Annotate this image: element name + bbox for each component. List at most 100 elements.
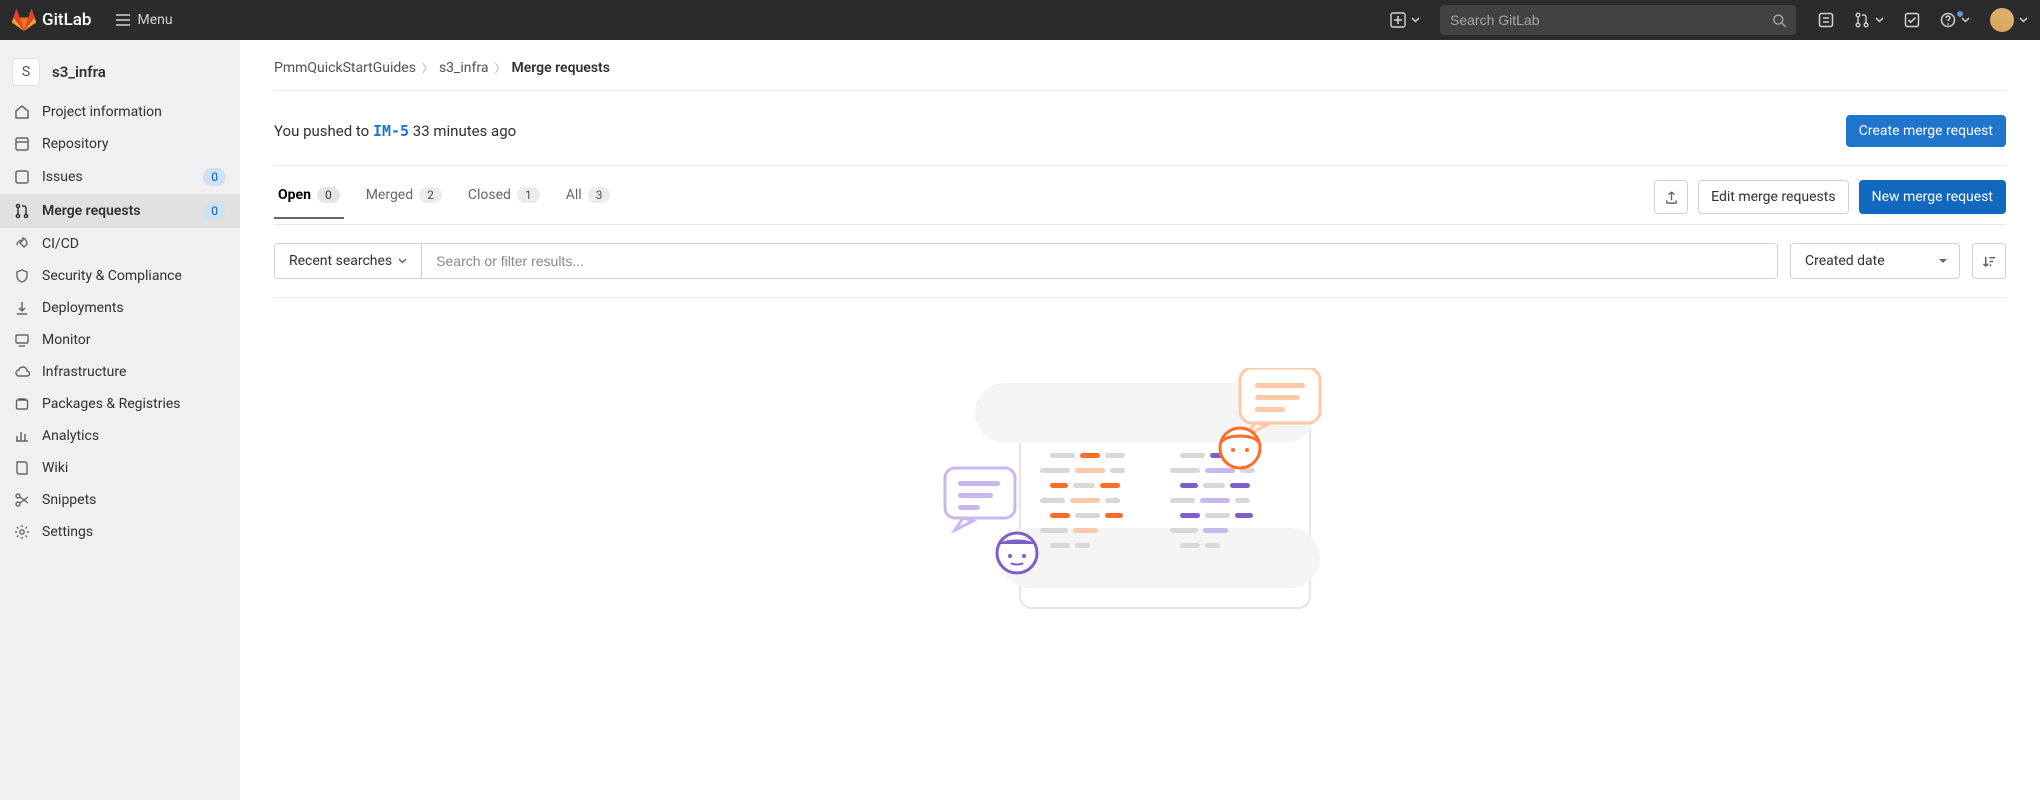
- sidebar-item-label: Analytics: [42, 428, 226, 444]
- sidebar-item-packages[interactable]: Packages & Registries: [0, 388, 240, 420]
- chevron-down-icon: [1411, 17, 1420, 23]
- todos-button[interactable]: [1904, 12, 1920, 28]
- search-input[interactable]: [1450, 12, 1772, 28]
- sidebar-item-wiki[interactable]: Wiki: [0, 452, 240, 484]
- project-name: s3_infra: [52, 63, 106, 81]
- project-header[interactable]: S s3_infra: [0, 48, 240, 96]
- tab-open[interactable]: Open 0: [274, 187, 344, 219]
- count-badge: 0: [203, 202, 226, 220]
- sidebar-item-label: Merge requests: [42, 203, 203, 219]
- issues-icon: [14, 169, 30, 185]
- sidebar-item-label: Infrastructure: [42, 364, 226, 380]
- tab-count: 0: [317, 187, 340, 203]
- top-navbar: GitLab Menu: [0, 0, 2040, 40]
- tab-label: Open: [278, 187, 311, 203]
- tab-label: Closed: [468, 187, 511, 203]
- menu-label: Menu: [137, 12, 172, 28]
- sidebar-item-label: Packages & Registries: [42, 396, 226, 412]
- issues-shortcut-button[interactable]: [1818, 12, 1834, 28]
- tab-label: Merged: [366, 187, 413, 203]
- breadcrumb: PmmQuickStartGuides 〉 s3_infra 〉 Merge r…: [274, 60, 2006, 76]
- sidebar-item-label: Repository: [42, 136, 226, 152]
- tab-merged[interactable]: Merged 2: [362, 187, 446, 219]
- user-menu-button[interactable]: [1980, 8, 2028, 32]
- tab-all[interactable]: All 3: [562, 187, 615, 219]
- todo-icon: [1904, 12, 1920, 28]
- project-sidebar: S s3_infra Project information Repositor…: [0, 40, 240, 800]
- help-button[interactable]: [1940, 12, 1970, 28]
- sidebar-item-monitor[interactable]: Monitor: [0, 324, 240, 356]
- sidebar-item-project-information[interactable]: Project information: [0, 96, 240, 128]
- export-button[interactable]: [1654, 180, 1688, 214]
- sidebar-item-label: Security & Compliance: [42, 268, 226, 284]
- shield-icon: [14, 268, 30, 284]
- create-merge-request-button[interactable]: Create merge request: [1846, 115, 2006, 147]
- deployments-icon: [14, 300, 30, 316]
- sidebar-item-label: CI/CD: [42, 236, 226, 252]
- sidebar-item-issues[interactable]: Issues 0: [0, 160, 240, 194]
- sidebar-item-infrastructure[interactable]: Infrastructure: [0, 356, 240, 388]
- merge-requests-shortcut-button[interactable]: [1854, 12, 1884, 28]
- breadcrumb-current: Merge requests: [511, 60, 609, 76]
- push-message: You pushed to IM-5 33 minutes ago: [274, 122, 516, 140]
- help-icon: [1940, 12, 1956, 28]
- notification-dot-icon: [1956, 10, 1964, 18]
- create-new-button[interactable]: [1390, 12, 1420, 28]
- push-notification-bar: You pushed to IM-5 33 minutes ago Create…: [274, 105, 2006, 165]
- sidebar-item-cicd[interactable]: CI/CD: [0, 228, 240, 260]
- sidebar-item-snippets[interactable]: Snippets: [0, 484, 240, 516]
- breadcrumb-group[interactable]: PmmQuickStartGuides: [274, 60, 416, 76]
- sidebar-item-label: Monitor: [42, 332, 226, 348]
- issues-icon: [1818, 12, 1834, 28]
- tab-count: 1: [517, 187, 540, 203]
- tab-closed[interactable]: Closed 1: [464, 187, 544, 219]
- plus-icon: [1390, 12, 1406, 28]
- branch-link[interactable]: IM-5: [373, 122, 409, 140]
- project-avatar: S: [12, 58, 40, 86]
- package-icon: [14, 396, 30, 412]
- sidebar-item-label: Snippets: [42, 492, 226, 508]
- empty-state-illustration: [274, 368, 2006, 618]
- filter-bar: Recent searches Created date: [274, 243, 2006, 279]
- sort-descending-icon: [1982, 254, 1997, 269]
- sidebar-item-repository[interactable]: Repository: [0, 128, 240, 160]
- chevron-right-icon: 〉: [422, 60, 433, 76]
- chevron-down-icon: [1875, 17, 1884, 23]
- hamburger-menu-button[interactable]: Menu: [115, 12, 172, 28]
- sidebar-item-analytics[interactable]: Analytics: [0, 420, 240, 452]
- sidebar-item-deployments[interactable]: Deployments: [0, 292, 240, 324]
- sidebar-item-label: Settings: [42, 524, 226, 540]
- rocket-icon: [14, 236, 30, 252]
- hamburger-icon: [115, 12, 131, 28]
- sort-direction-button[interactable]: [1972, 243, 2006, 279]
- scissors-icon: [14, 492, 30, 508]
- search-icon: [1772, 13, 1786, 28]
- gitlab-logo-icon[interactable]: [12, 8, 36, 32]
- chart-icon: [14, 428, 30, 444]
- home-icon: [14, 104, 30, 120]
- brand-name[interactable]: GitLab: [42, 10, 91, 30]
- sidebar-item-security[interactable]: Security & Compliance: [0, 260, 240, 292]
- sidebar-item-settings[interactable]: Settings: [0, 516, 240, 548]
- sidebar-item-merge-requests[interactable]: Merge requests 0: [0, 194, 240, 228]
- chevron-down-icon: [2019, 17, 2028, 23]
- new-merge-request-button[interactable]: New merge request: [1859, 180, 2006, 214]
- sidebar-item-label: Wiki: [42, 460, 226, 476]
- tab-label: All: [566, 187, 582, 203]
- merge-request-icon: [1854, 12, 1870, 28]
- global-search[interactable]: [1440, 5, 1796, 35]
- sidebar-item-label: Issues: [42, 169, 203, 185]
- tab-count: 2: [419, 187, 442, 203]
- edit-merge-requests-button[interactable]: Edit merge requests: [1698, 180, 1848, 214]
- sort-dropdown[interactable]: Created date: [1790, 243, 1960, 279]
- sidebar-item-label: Project information: [42, 104, 226, 120]
- avatar: [1990, 8, 2014, 32]
- chevron-down-icon: [398, 258, 407, 264]
- gear-icon: [14, 524, 30, 540]
- main-content: PmmQuickStartGuides 〉 s3_infra 〉 Merge r…: [240, 40, 2040, 800]
- recent-searches-dropdown[interactable]: Recent searches: [275, 244, 422, 278]
- breadcrumb-project[interactable]: s3_infra: [439, 60, 489, 76]
- cloud-icon: [14, 364, 30, 380]
- merge-request-icon: [14, 203, 30, 219]
- filter-input[interactable]: [422, 244, 1777, 278]
